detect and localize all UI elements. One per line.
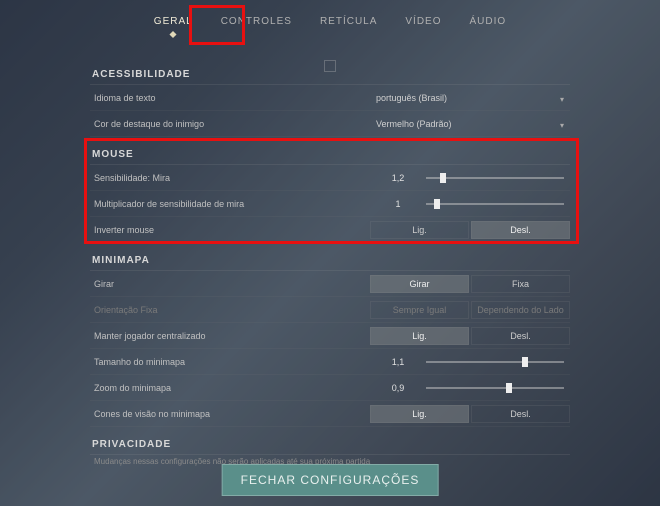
section-header-mouse: MOUSE	[90, 137, 570, 165]
label-cones: Cones de visão no minimapa	[90, 409, 370, 419]
row-orientacao: Orientação Fixa Sempre Igual Dependendo …	[90, 297, 570, 323]
settings-tabs: GERAL CONTROLES RETÍCULA VÍDEO ÁUDIO	[0, 0, 660, 37]
row-zoom-minimapa: Zoom do minimapa 0,9	[90, 375, 570, 401]
tab-geral[interactable]: GERAL	[140, 10, 207, 37]
row-girar: Girar Girar Fixa	[90, 271, 570, 297]
slider-multiplicador[interactable]: 1	[370, 199, 570, 209]
row-idioma: Idioma de texto português (Brasil) ▾	[90, 85, 570, 111]
label-centralizado: Manter jogador centralizado	[90, 331, 370, 341]
settings-content: ACESSIBILIDADE Idioma de texto português…	[0, 37, 660, 470]
toggle-girar: Girar Fixa	[370, 275, 570, 293]
slider-value: 1,1	[370, 357, 426, 367]
toggle-orient-b: Dependendo do Lado	[471, 301, 570, 319]
row-inverter-mouse: Inverter mouse Lig. Desl.	[90, 217, 570, 243]
slider-track[interactable]	[426, 361, 564, 363]
tab-label: RETÍCULA	[320, 16, 377, 27]
toggle-inverter: Lig. Desl.	[370, 221, 570, 239]
row-tamanho-minimapa: Tamanho do minimapa 1,1	[90, 349, 570, 375]
toggle-girar-a[interactable]: Girar	[370, 275, 469, 293]
slider-tamanho[interactable]: 1,1	[370, 357, 570, 367]
slider-track[interactable]	[426, 177, 564, 179]
row-sensibilidade: Sensibilidade: Mira 1,2	[90, 165, 570, 191]
row-cor-destaque: Cor de destaque do inimigo Vermelho (Pad…	[90, 111, 570, 137]
tab-controles[interactable]: CONTROLES	[207, 10, 306, 37]
slider-value: 1,2	[370, 173, 426, 183]
row-multiplicador: Multiplicador de sensibilidade de mira 1	[90, 191, 570, 217]
chevron-down-icon: ▾	[560, 121, 564, 130]
slider-track[interactable]	[426, 203, 564, 205]
dropdown-idioma[interactable]: português (Brasil) ▾	[370, 93, 570, 103]
label-sensibilidade: Sensibilidade: Mira	[90, 173, 370, 183]
slider-value: 1	[370, 199, 426, 209]
dropdown-cor-destaque[interactable]: Vermelho (Padrão) ▾	[370, 119, 570, 129]
slider-thumb[interactable]	[434, 199, 440, 209]
toggle-on[interactable]: Lig.	[370, 405, 469, 423]
label-tamanho: Tamanho do minimapa	[90, 357, 370, 367]
toggle-off[interactable]: Desl.	[471, 327, 570, 345]
toggle-girar-b[interactable]: Fixa	[471, 275, 570, 293]
tab-audio[interactable]: ÁUDIO	[456, 10, 521, 37]
label-zoom: Zoom do minimapa	[90, 383, 370, 393]
tab-label: CONTROLES	[221, 16, 292, 27]
label-idioma: Idioma de texto	[90, 93, 370, 103]
toggle-off[interactable]: Desl.	[471, 221, 570, 239]
chevron-down-icon: ▾	[560, 95, 564, 104]
dropdown-value: Vermelho (Padrão)	[376, 119, 452, 129]
slider-zoom[interactable]: 0,9	[370, 383, 570, 393]
section-header-acessibilidade: ACESSIBILIDADE	[90, 57, 570, 85]
tab-label: VÍDEO	[405, 16, 441, 27]
toggle-on[interactable]: Lig.	[370, 327, 469, 345]
toggle-off[interactable]: Desl.	[471, 405, 570, 423]
toggle-orient-a: Sempre Igual	[370, 301, 469, 319]
slider-thumb[interactable]	[522, 357, 528, 367]
close-settings-button[interactable]: FECHAR CONFIGURAÇÕES	[222, 464, 439, 496]
toggle-cones: Lig. Desl.	[370, 405, 570, 423]
section-header-privacidade: PRIVACIDADE	[90, 427, 570, 455]
label-girar: Girar	[90, 279, 370, 289]
toggle-centralizado: Lig. Desl.	[370, 327, 570, 345]
slider-track[interactable]	[426, 387, 564, 389]
tab-label: ÁUDIO	[470, 16, 507, 27]
slider-thumb[interactable]	[440, 173, 446, 183]
label-orientacao: Orientação Fixa	[90, 305, 370, 315]
slider-sensibilidade[interactable]: 1,2	[370, 173, 570, 183]
dropdown-value: português (Brasil)	[376, 93, 447, 103]
label-cor-destaque: Cor de destaque do inimigo	[90, 119, 370, 129]
toggle-orientacao: Sempre Igual Dependendo do Lado	[370, 301, 570, 319]
close-label: FECHAR CONFIGURAÇÕES	[241, 473, 420, 487]
slider-value: 0,9	[370, 383, 426, 393]
label-inverter: Inverter mouse	[90, 225, 370, 235]
toggle-on[interactable]: Lig.	[370, 221, 469, 239]
tab-label: GERAL	[154, 16, 193, 27]
row-cones: Cones de visão no minimapa Lig. Desl.	[90, 401, 570, 427]
label-multiplicador: Multiplicador de sensibilidade de mira	[90, 199, 370, 209]
tab-video[interactable]: VÍDEO	[391, 10, 455, 37]
section-header-minimapa: MINIMAPA	[90, 243, 570, 271]
row-centralizado: Manter jogador centralizado Lig. Desl.	[90, 323, 570, 349]
tab-reticula[interactable]: RETÍCULA	[306, 10, 391, 37]
slider-thumb[interactable]	[506, 383, 512, 393]
